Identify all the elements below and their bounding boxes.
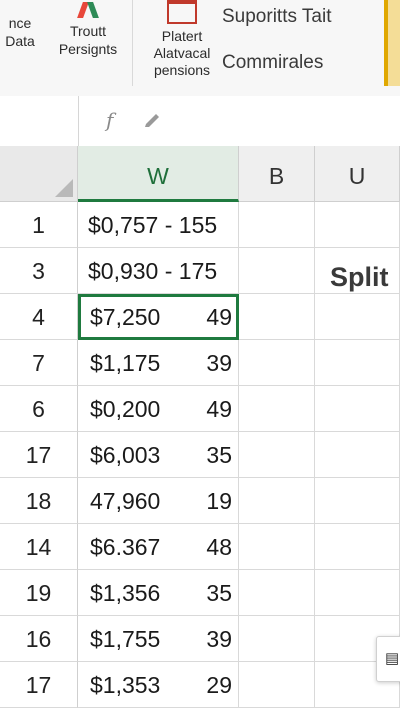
cell-u[interactable] — [315, 524, 400, 570]
cell-amount: 47,960 — [90, 488, 161, 514]
ribbon-troutt-line1: Troutt — [69, 23, 107, 39]
cell-text: $0,930 - 175 — [88, 258, 218, 284]
row-header[interactable]: 6 — [0, 386, 78, 432]
cell-amount: $1,356 — [90, 580, 161, 606]
ribbon-suporitts-button[interactable]: Suporitts Tait — [222, 6, 331, 28]
cell-amount: $1,353 — [90, 672, 161, 698]
cell-w[interactable]: $1,353 29 — [78, 662, 239, 708]
cell-u[interactable] — [315, 432, 400, 478]
cell-amount: $7,250 — [90, 304, 161, 330]
cell-b[interactable] — [239, 248, 315, 294]
column-header-w[interactable]: W — [78, 146, 239, 202]
cell-w[interactable]: $0,930 - 175 — [78, 248, 239, 294]
cell-u[interactable] — [315, 570, 400, 616]
row-header[interactable]: 1 — [0, 202, 78, 248]
ribbon-divider — [132, 0, 133, 86]
calendar-icon — [167, 0, 197, 24]
ribbon-data-group[interactable]: nce Data — [0, 14, 48, 50]
cell-b[interactable] — [239, 478, 315, 524]
cell-value: 19 — [206, 488, 232, 514]
cell-u[interactable] — [315, 386, 400, 432]
cell-w[interactable]: $1,755 39 — [78, 616, 239, 662]
ribbon-commirales-button[interactable]: Commirales — [222, 52, 323, 74]
cell-value: 35 — [206, 442, 232, 468]
cell-value: 39 — [206, 350, 232, 376]
cell-b[interactable] — [239, 524, 315, 570]
cell-amount: $6,003 — [90, 442, 161, 468]
cell-u[interactable] — [315, 294, 400, 340]
cell-b[interactable] — [239, 340, 315, 386]
ribbon-platert-line2: Alatvacal — [153, 45, 211, 61]
chart-icon — [74, 4, 102, 20]
name-box[interactable] — [0, 96, 79, 146]
cell-w[interactable]: 47,960 19 — [78, 478, 239, 524]
cell-w[interactable]: $6.367 48 — [78, 524, 239, 570]
row-header[interactable]: 3 — [0, 248, 78, 294]
cell-b[interactable] — [239, 386, 315, 432]
column-header-b[interactable]: B — [239, 146, 315, 202]
cell-u[interactable] — [315, 202, 400, 248]
ribbon-platert-line3: pensions — [153, 62, 211, 78]
cell-amount: $1,755 — [90, 626, 161, 652]
ribbon-troutt-button[interactable]: Troutt Persignts — [52, 4, 124, 58]
cell-w[interactable]: $1,356 35 — [78, 570, 239, 616]
cell-b[interactable] — [239, 432, 315, 478]
row-header[interactable]: 17 — [0, 662, 78, 708]
cell-amount: $6.367 — [90, 534, 161, 560]
cell-value: 49 — [206, 304, 232, 330]
ribbon-troutt-line2: Persignts — [58, 41, 118, 57]
cell-b[interactable] — [239, 294, 315, 340]
split-label: Split — [330, 262, 389, 292]
ribbon-data-line2: Data — [5, 33, 35, 49]
cell-value: 39 — [206, 626, 232, 652]
cell-text: $0,757 - 155 — [88, 212, 218, 238]
ribbon-platert-button[interactable]: Platert Alatvacal pensions — [140, 0, 224, 79]
row-header[interactable]: 16 — [0, 616, 78, 662]
comment-icon: ▤ — [385, 650, 400, 667]
comment-popup[interactable]: ▤ — [376, 636, 400, 682]
formula-bar: f — [0, 96, 400, 147]
row-header[interactable]: 19 — [0, 570, 78, 616]
cell-w[interactable]: $0,757 - 155 — [78, 202, 239, 248]
row-header[interactable]: 4 — [0, 294, 78, 340]
ribbon: nce Data Troutt Persignts Platert Alatva… — [0, 0, 400, 97]
cell-amount: $1,175 — [90, 350, 161, 376]
cell-value: 29 — [206, 672, 232, 698]
cell-b[interactable] — [239, 570, 315, 616]
cell-amount: $0,200 — [90, 396, 161, 422]
column-header-u[interactable]: U — [315, 146, 400, 202]
cell-value: 48 — [206, 534, 232, 560]
row-header[interactable]: 7 — [0, 340, 78, 386]
cell-b[interactable] — [239, 616, 315, 662]
ribbon-data-line1: nce — [8, 15, 32, 31]
cell-w[interactable]: $6,003 35 — [78, 432, 239, 478]
cell-b[interactable] — [239, 202, 315, 248]
cell-w[interactable]: $7,250 49 — [78, 294, 239, 340]
row-header[interactable]: 18 — [0, 478, 78, 524]
ribbon-platert-line1: Platert — [161, 28, 203, 44]
function-icon[interactable]: f — [106, 108, 113, 132]
ribbon-accent-edge — [384, 0, 388, 86]
cell-w[interactable]: $0,200 49 — [78, 386, 239, 432]
spreadsheet-grid: W B U 1 $0,757 - 155 3 $0,930 - 175 4 $7,250 4… — [0, 146, 400, 708]
cell-value: 49 — [206, 396, 232, 422]
row-header[interactable]: 14 — [0, 524, 78, 570]
select-all-corner[interactable] — [0, 146, 78, 202]
cell-w[interactable]: $1,175 39 — [78, 340, 239, 386]
cell-u[interactable] — [315, 340, 400, 386]
row-header[interactable]: 17 — [0, 432, 78, 478]
cell-b[interactable] — [239, 662, 315, 708]
pen-icon[interactable] — [144, 110, 162, 128]
cell-u[interactable] — [315, 478, 400, 524]
cell-value: 35 — [206, 580, 232, 606]
